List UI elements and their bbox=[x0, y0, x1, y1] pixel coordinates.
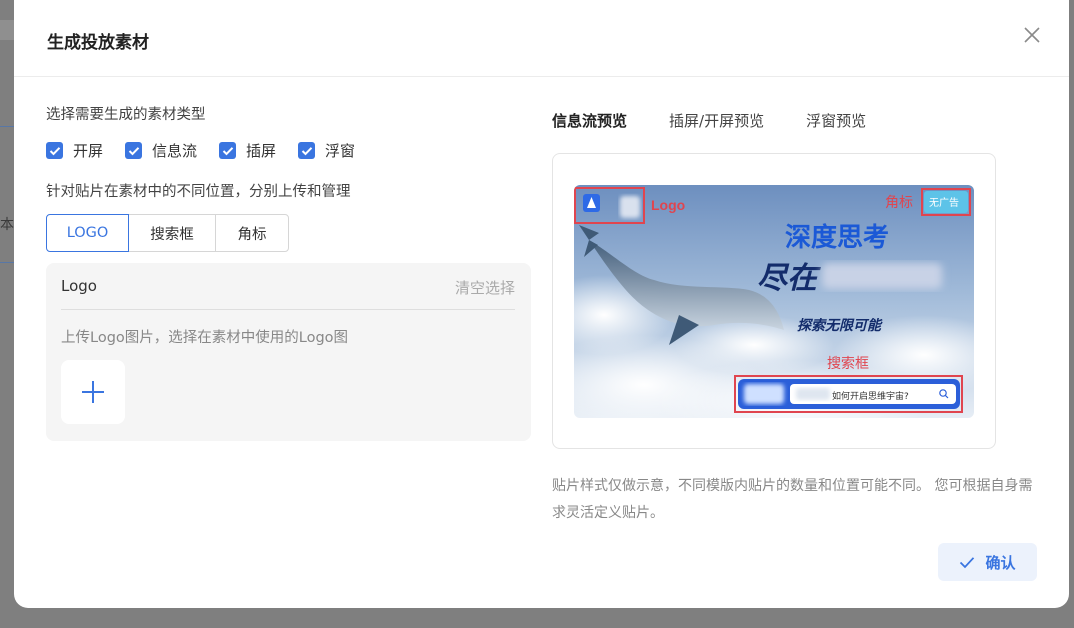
checkbox-checked-icon[interactable] bbox=[125, 142, 143, 159]
confirm-label: 确认 bbox=[985, 553, 1016, 572]
confirm-button[interactable]: 确认 bbox=[938, 543, 1037, 581]
ad-tagline: 探索无限可能 bbox=[797, 317, 883, 334]
checkbox-label: 信息流 bbox=[152, 142, 198, 160]
logo-upload-panel: Logo 清空选择 上传Logo图片，选择在素材中使用的Logo图 bbox=[46, 263, 531, 441]
upload-hint: 上传Logo图片，选择在素材中使用的Logo图 bbox=[61, 330, 349, 346]
position-label: 针对贴片在素材中的不同位置，分别上传和管理 bbox=[46, 184, 351, 200]
checkbox-xinxiliu[interactable]: 信息流 bbox=[125, 140, 197, 161]
tab-interstitial-preview[interactable]: 插屏/开屏预览 bbox=[669, 110, 764, 131]
clear-selection-link[interactable]: 清空选择 bbox=[455, 277, 515, 298]
generate-material-modal: 生成投放素材 选择需要生成的素材类型 开屏 信息流 插屏 浮窗 针对贴片在素材中… bbox=[14, 0, 1069, 608]
tab-corner-badge[interactable]: 角标 bbox=[215, 214, 289, 252]
checkbox-chaping[interactable]: 插屏 bbox=[219, 140, 276, 161]
close-icon[interactable] bbox=[1021, 24, 1043, 46]
modal-title: 生成投放素材 bbox=[47, 33, 149, 53]
preview-box: Logo 角标 无广告 深度思考 尽在 探索无限可能 搜索框 如何开启思维宇宙? bbox=[552, 153, 996, 449]
panel-title: Logo bbox=[61, 277, 97, 295]
search-text: 如何开启思维宇宙? bbox=[832, 390, 909, 402]
tab-logo[interactable]: LOGO bbox=[46, 214, 129, 252]
material-type-label: 选择需要生成的素材类型 bbox=[46, 107, 206, 123]
plus-icon bbox=[82, 381, 104, 403]
checkbox-checked-icon[interactable] bbox=[298, 142, 316, 159]
checkbox-checked-icon[interactable] bbox=[46, 142, 63, 159]
logo-marker-label: Logo bbox=[651, 197, 685, 213]
tab-feed-preview[interactable]: 信息流预览 bbox=[552, 110, 627, 131]
preview-note: 贴片样式仅做示意，不同模版内贴片的数量和位置可能不同。 您可根据自身需求灵活定义… bbox=[552, 478, 1033, 521]
checkbox-label: 插屏 bbox=[246, 142, 277, 160]
corner-marker-label: 角标 bbox=[885, 195, 913, 211]
checkbox-kaiping[interactable]: 开屏 bbox=[46, 140, 103, 161]
backdrop-strip bbox=[0, 20, 14, 40]
backdrop-line bbox=[0, 126, 14, 127]
modal-header: 生成投放素材 bbox=[14, 0, 1069, 77]
ad-headline: 深度思考 bbox=[785, 222, 889, 253]
search-marker-label: 搜索框 bbox=[827, 355, 869, 372]
check-icon bbox=[960, 556, 975, 568]
backdrop-text: 本 bbox=[0, 217, 14, 233]
sticker-tabs: LOGO 搜索框 角标 bbox=[46, 214, 289, 252]
divider bbox=[61, 309, 515, 310]
backdrop-line bbox=[0, 262, 14, 263]
corner-badge-text: 无广告 bbox=[929, 196, 959, 209]
checkbox-label: 浮窗 bbox=[325, 142, 356, 160]
material-type-checkboxes: 开屏 信息流 插屏 浮窗 bbox=[46, 140, 377, 161]
tab-search-box[interactable]: 搜索框 bbox=[128, 214, 216, 252]
ad-subline: 尽在 bbox=[757, 261, 821, 296]
preview-tabs: 信息流预览 插屏/开屏预览 浮窗预览 bbox=[552, 110, 908, 131]
ad-preview-image: Logo 角标 无广告 深度思考 尽在 探索无限可能 搜索框 如何开启思维宇宙? bbox=[574, 185, 974, 418]
add-logo-button[interactable] bbox=[61, 360, 125, 424]
checkbox-fuchuang[interactable]: 浮窗 bbox=[298, 140, 355, 161]
checkbox-checked-icon[interactable] bbox=[219, 142, 237, 159]
tab-float-preview[interactable]: 浮窗预览 bbox=[806, 110, 866, 131]
checkbox-label: 开屏 bbox=[73, 142, 104, 160]
